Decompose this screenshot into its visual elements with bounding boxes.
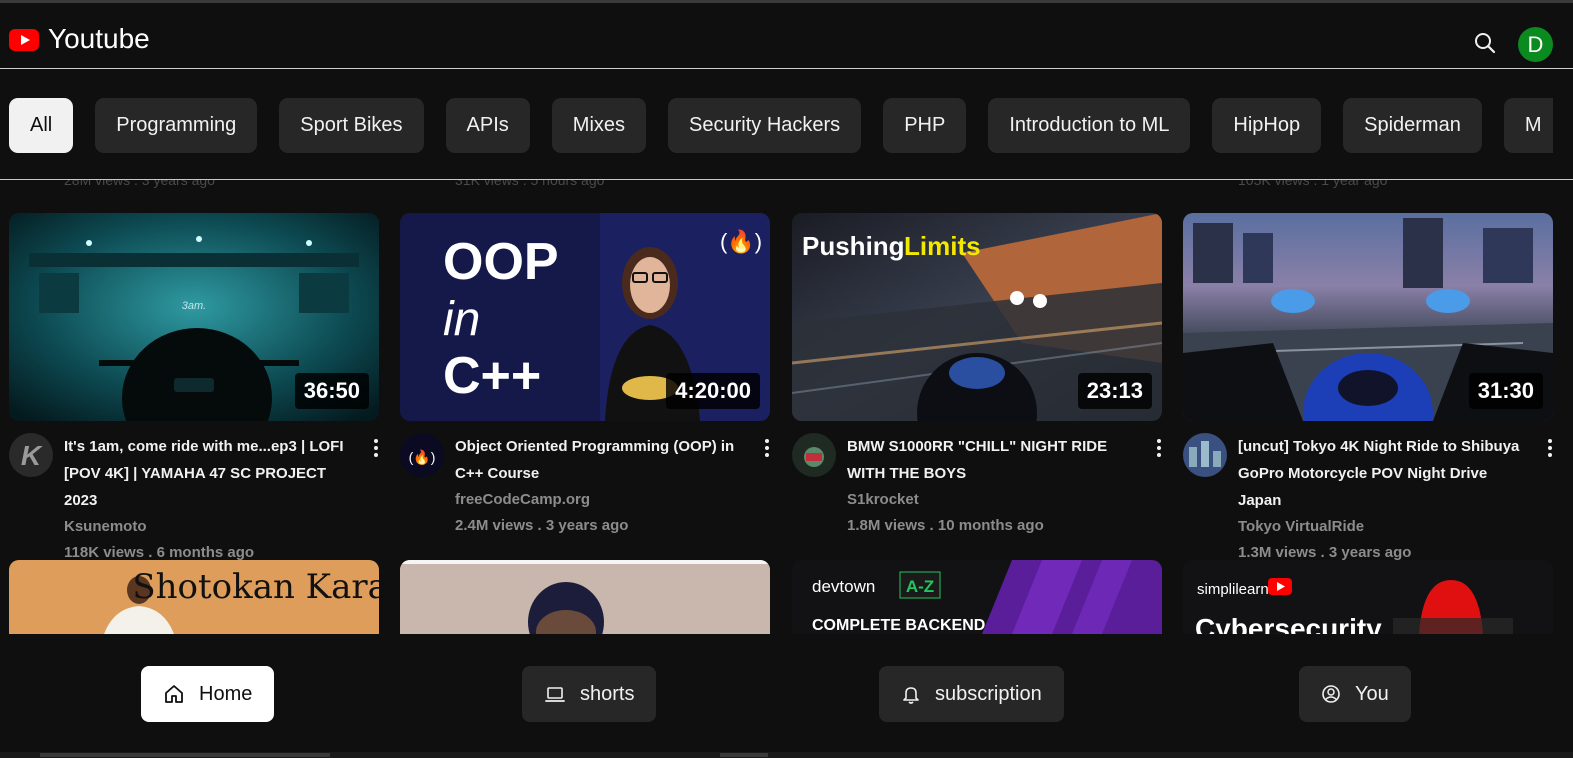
category-chips: All Programming Sport Bikes APIs Mixes S… [9,98,1563,153]
chip-all[interactable]: All [9,98,74,153]
video-thumbnail[interactable]: 3am. 36:50 [9,213,379,421]
chip-hiphop[interactable]: HipHop [1212,98,1322,153]
video-duration: 36:50 [294,373,369,409]
chip-apis[interactable]: APIs [445,98,530,153]
video-duration: 31:30 [1468,373,1543,409]
chips-right-edge [1553,70,1573,179]
chip-spiderman[interactable]: Spiderman [1343,98,1482,153]
svg-text:K: K [21,440,43,471]
bell-icon [903,687,919,704]
category-chips-bar: All Programming Sport Bikes APIs Mixes S… [0,70,1573,180]
video-card: Pushing Limits 23:13 BMW S1000RR "CHILL"… [792,213,1162,539]
video-title[interactable]: BMW S1000RR "CHILL" NIGHT RIDE WITH THE … [847,433,1140,487]
video-thumbnail[interactable]: 31:30 [1183,213,1553,421]
nav-subscription-button[interactable]: subscription [879,666,1064,722]
thumbnail-text: Cybersecurity [1195,613,1382,634]
video-thumbnail[interactable]: Shotokan Karate [9,560,379,634]
video-title[interactable]: [uncut] Tokyo 4K Night Ride to Shibuya G… [1238,433,1531,514]
chip-introduction-to-ml[interactable]: Introduction to ML [988,98,1191,153]
chip-sport-bikes[interactable]: Sport Bikes [279,98,424,153]
chip-programming[interactable]: Programming [95,98,258,153]
thumbnail-text: A-Z [906,577,934,596]
video-duration: 23:13 [1077,373,1152,409]
user-avatar[interactable]: D [1518,27,1553,62]
svg-text:(🔥): (🔥) [409,449,436,466]
video-stats: 2.4M views . 3 years ago [455,517,629,534]
top-header: Youtube D [0,3,1573,69]
thumbnail-text: C++ [443,347,541,405]
chip-mixes[interactable]: Mixes [551,98,647,153]
channel-avatar[interactable]: K [9,433,53,477]
more-options-icon[interactable] [1547,439,1553,459]
video-duration: 4:20:00 [666,373,760,409]
video-thumbnail[interactable]: simplilearn Cybersecurity [1183,560,1553,634]
home-icon [165,685,183,703]
channel-name[interactable]: Tokyo VirtualRide [1238,514,1531,540]
channel-name[interactable]: S1krocket [847,487,1140,513]
thumbnail-text: Shotokan Karate [132,567,379,607]
more-options-icon[interactable] [373,439,379,459]
thumbnail-caption: 3am. [182,300,206,312]
video-grid: 3am. 36:50 K It's 1am, come ride with me… [0,180,1573,634]
nav-shorts-button[interactable]: shorts [522,666,657,722]
video-thumbnail[interactable]: OOP in C++ (🔥) 4:20:00 [400,213,770,421]
thumbnail-text: Limits [904,231,981,261]
chip-php[interactable]: PHP [883,98,967,153]
scrollbar-marker [720,753,768,757]
video-thumbnail[interactable]: devtown A-Z COMPLETE BACKEND [792,560,1162,634]
horizontal-scrollbar-thumb[interactable] [40,753,330,757]
more-options-icon[interactable] [1156,439,1162,459]
video-thumbnail[interactable]: Pushing Limits 23:13 [792,213,1162,421]
thumbnail-text: devtown [812,577,875,596]
search-icon[interactable] [1472,30,1498,56]
channel-name[interactable]: freeCodeCamp.org [455,487,748,513]
video-meta: [uncut] Tokyo 4K Night Ride to Shibuya G… [1183,433,1553,566]
svg-text:(🔥): (🔥) [720,229,762,254]
thumbnail-text: in [443,293,480,346]
video-title[interactable]: Object Oriented Programming (OOP) in C++… [455,433,748,487]
thumbnail-text: COMPLETE BACKEND [812,617,985,634]
more-options-icon[interactable] [764,439,770,459]
video-thumbnail[interactable] [400,560,770,634]
video-card: OOP in C++ (🔥) 4:20:00 (🔥) Object Orient… [400,213,770,539]
video-meta: (🔥) Object Oriented Programming (OOP) in… [400,433,770,539]
nav-home-label: Home [199,682,253,705]
video-stats: 1.8M views . 10 months ago [847,517,1044,534]
nav-you-label: You [1355,682,1389,705]
channel-avatar[interactable]: (🔥) [400,433,444,477]
nav-home-button[interactable]: Home [141,666,275,722]
nav-shorts-label: shorts [580,682,635,705]
chip-security-hackers[interactable]: Security Hackers [668,98,862,153]
video-meta: BMW S1000RR "CHILL" NIGHT RIDE WITH THE … [792,433,1162,539]
channel-name[interactable]: Ksunemoto [64,514,357,540]
thumbnail-text: Pushing [802,231,905,261]
video-card: 31:30 [uncut] Tokyo 4K Night Ride to Shi… [1183,213,1553,566]
channel-avatar[interactable] [1183,433,1227,477]
user-circle-icon [1322,685,1340,703]
video-card: 3am. 36:50 K It's 1am, come ride with me… [9,213,379,566]
thumbnail-text: OOP [443,233,559,291]
laptop-icon [545,687,565,702]
bottom-navigation: Home shorts subscription You [0,634,1573,758]
channel-avatar[interactable] [792,433,836,477]
nav-subscription-label: subscription [935,682,1042,705]
video-title[interactable]: It's 1am, come ride with me...ep3 | LOFI… [64,433,357,514]
youtube-logo-icon[interactable] [9,29,39,51]
thumbnail-text: simplilearn [1197,581,1269,598]
video-meta: K It's 1am, come ride with me...ep3 | LO… [9,433,379,566]
app-title[interactable]: Youtube [48,23,150,55]
nav-you-button[interactable]: You [1299,666,1411,722]
